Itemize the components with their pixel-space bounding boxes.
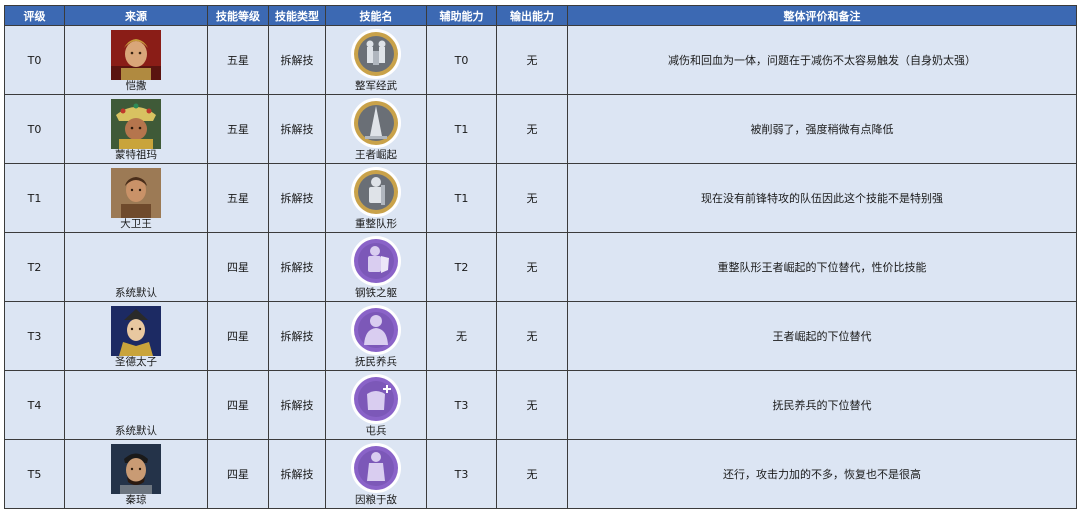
source-cell: 秦琼 (64, 439, 208, 509)
source-name: 系统默认 (115, 287, 157, 299)
skill-level-cell: 五星 (207, 163, 269, 233)
output-cell: 无 (496, 94, 568, 164)
note-cell: 被削弱了，强度稍微有点降低 (567, 94, 1077, 164)
skill-type-cell: 拆解技 (268, 25, 326, 95)
skill-name-cell: 整军经武 (325, 25, 427, 95)
skill-level-cell: 五星 (207, 25, 269, 95)
table-row: T0 蒙特祖玛 五星 拆解技 王者崛起 T1 无 被削弱了，强度稍微有点降低 (4, 94, 1077, 164)
skill-type-cell: 拆解技 (268, 370, 326, 440)
note-cell: 现在没有前锋特攻的队伍因此这个技能不是特别强 (567, 163, 1077, 233)
source-cell: 系统默认 (64, 232, 208, 302)
note-cell: 抚民养兵的下位替代 (567, 370, 1077, 440)
support-cell: T2 (426, 232, 497, 302)
source-cell: 系统默认 (64, 370, 208, 440)
montezuma-portrait (111, 99, 161, 149)
support-cell: T1 (426, 163, 497, 233)
tier-cell: T5 (4, 439, 65, 509)
tier-cell: T3 (4, 301, 65, 371)
skill-name-cell: 钢铁之躯 (325, 232, 427, 302)
skill-tier-table: 评级 来源 技能等级 技能类型 技能名 辅助能力 输出能力 整体评价和备注 T0… (4, 5, 1077, 509)
header-skill-name: 技能名 (325, 5, 427, 26)
source-name: 系统默认 (115, 425, 157, 437)
source-cell: 圣德太子 (64, 301, 208, 371)
note-cell: 王者崛起的下位替代 (567, 301, 1077, 371)
tower-icon (351, 98, 401, 148)
output-cell: 无 (496, 25, 568, 95)
note-cell: 重整队形王者崛起的下位替代，性价比技能 (567, 232, 1077, 302)
header-skill-type: 技能类型 (268, 5, 326, 26)
source-name: 恺撒 (125, 80, 147, 92)
shield-soldier-icon (351, 236, 401, 286)
skill-name-cell: 王者崛起 (325, 94, 427, 164)
tier-cell: T4 (4, 370, 65, 440)
skill-level-cell: 四星 (207, 439, 269, 509)
output-cell: 无 (496, 370, 568, 440)
skill-name: 抚民养兵 (355, 356, 397, 368)
tier-cell: T0 (4, 94, 65, 164)
skill-name: 屯兵 (365, 425, 387, 437)
skill-name: 因粮于敌 (355, 494, 397, 506)
output-cell: 无 (496, 301, 568, 371)
output-cell: 无 (496, 232, 568, 302)
caesar-portrait (111, 30, 161, 80)
statue-icon (351, 443, 401, 493)
skill-level-cell: 五星 (207, 94, 269, 164)
table-row: T3 圣德太子 四星 拆解技 抚民养兵 无 无 王者崛起的下位替代 (4, 301, 1077, 371)
source-name: 蒙特祖玛 (115, 149, 157, 161)
source-cell: 大卫王 (64, 163, 208, 233)
skill-level-cell: 四星 (207, 301, 269, 371)
skill-name-cell: 因粮于敌 (325, 439, 427, 509)
table-row: T5 秦琼 四星 拆解技 因粮于敌 T3 无 还行，攻击力加的不多，恢复也不是很… (4, 439, 1077, 509)
king-david-portrait (111, 168, 161, 218)
table-row: T0 恺撒 五星 拆解技 整军经武 T0 无 减伤和回血为一体，问题在于减伤不太… (4, 25, 1077, 95)
source-cell: 蒙特祖玛 (64, 94, 208, 164)
header-row: 评级 来源 技能等级 技能类型 技能名 辅助能力 输出能力 整体评价和备注 (4, 5, 1077, 26)
header-source: 来源 (64, 5, 208, 26)
skill-type-cell: 拆解技 (268, 232, 326, 302)
skill-name-cell: 重整队形 (325, 163, 427, 233)
skill-level-cell: 四星 (207, 232, 269, 302)
source-name: 秦琼 (125, 494, 147, 506)
header-notes: 整体评价和备注 (567, 5, 1077, 26)
support-cell: T0 (426, 25, 497, 95)
soldier-bust-icon (351, 305, 401, 355)
skill-type-cell: 拆解技 (268, 439, 326, 509)
armored-soldier-icon (351, 167, 401, 217)
support-cell: T1 (426, 94, 497, 164)
tier-cell: T2 (4, 232, 65, 302)
skill-type-cell: 拆解技 (268, 301, 326, 371)
table-row: T1 大卫王 五星 拆解技 重整队形 T1 无 现在没有前锋特攻的队伍因此这个技… (4, 163, 1077, 233)
source-cell: 恺撒 (64, 25, 208, 95)
header-skill-level: 技能等级 (207, 5, 269, 26)
skill-level-cell: 四星 (207, 370, 269, 440)
output-cell: 无 (496, 163, 568, 233)
note-cell: 减伤和回血为一体，问题在于减伤不太容易触发（自身奶太强） (567, 25, 1077, 95)
tier-cell: T0 (4, 25, 65, 95)
skill-name: 钢铁之躯 (355, 287, 397, 299)
skill-name-cell: 屯兵 (325, 370, 427, 440)
support-cell: T3 (426, 370, 497, 440)
header-support: 辅助能力 (426, 5, 497, 26)
armor-plus-icon (351, 374, 401, 424)
support-cell: 无 (426, 301, 497, 371)
output-cell: 无 (496, 439, 568, 509)
support-cell: T3 (426, 439, 497, 509)
knights-icon (351, 29, 401, 79)
skill-name: 整军经武 (355, 80, 397, 92)
header-tier: 评级 (4, 5, 65, 26)
note-cell: 还行，攻击力加的不多，恢复也不是很高 (567, 439, 1077, 509)
skill-type-cell: 拆解技 (268, 94, 326, 164)
skill-name-cell: 抚民养兵 (325, 301, 427, 371)
skill-name: 重整队形 (355, 218, 397, 230)
prince-shotoku-portrait (111, 306, 161, 356)
header-output: 输出能力 (496, 5, 568, 26)
source-name: 圣德太子 (115, 356, 157, 368)
skill-type-cell: 拆解技 (268, 163, 326, 233)
tier-cell: T1 (4, 163, 65, 233)
source-name: 大卫王 (120, 218, 152, 230)
table-row: T4 系统默认 四星 拆解技 屯兵 T3 无 抚民养兵的下位替代 (4, 370, 1077, 440)
table-row: T2 系统默认 四星 拆解技 钢铁之躯 T2 无 重整队形王者崛起的下位替代，性… (4, 232, 1077, 302)
skill-name: 王者崛起 (355, 149, 397, 161)
qin-qiong-portrait (111, 444, 161, 494)
